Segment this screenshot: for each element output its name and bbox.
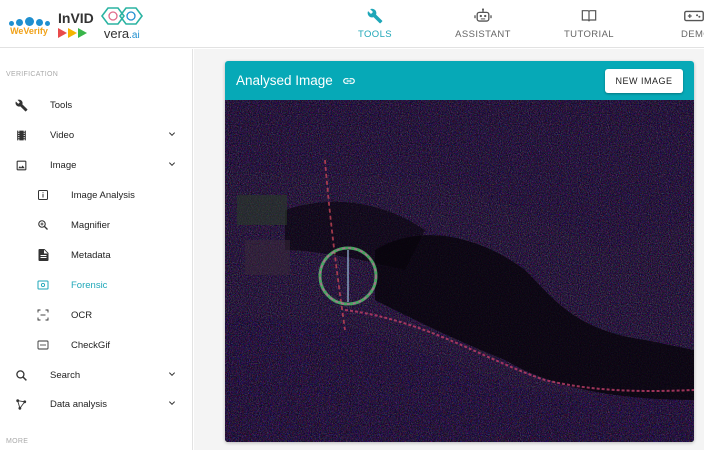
vera-logo-suffix: .ai — [129, 30, 140, 41]
sidebar-item-forensic[interactable]: Forensic — [0, 270, 192, 300]
sidebar-item-image[interactable]: Image — [0, 150, 192, 180]
ocr-icon — [36, 308, 50, 322]
sidebar-item-label: Forensic — [71, 279, 108, 291]
sidebar-item-label: Data analysis — [50, 398, 108, 410]
sidebar-item-label: OCR — [71, 309, 93, 321]
film-icon — [14, 128, 28, 142]
main-content: Analysed Image NEW IMAGE — [194, 49, 704, 450]
weverify-logo[interactable]: WeVerify — [6, 12, 52, 36]
chevron-down-icon[interactable] — [166, 397, 178, 411]
sidebar-item-magnifier[interactable]: Magnifier — [0, 210, 192, 240]
tab-assistant-label: ASSISTANT — [455, 29, 511, 40]
sidebar-item-video[interactable]: Video — [0, 120, 192, 150]
document-icon — [36, 248, 50, 262]
sidebar: VERIFICATION Tools Video Image Image Ana… — [0, 49, 193, 450]
vera-logo[interactable]: vera.ai — [100, 5, 144, 43]
sidebar-item-label: Tools — [50, 99, 73, 111]
vera-eyes-icon — [100, 7, 143, 25]
weverify-dots-icon — [8, 12, 50, 26]
graph-icon — [14, 397, 28, 411]
logo-group: WeVerify InVID vera.ai — [6, 4, 144, 44]
new-image-button[interactable]: NEW IMAGE — [605, 69, 683, 93]
vera-logo-name: vera — [103, 26, 130, 41]
sidebar-item-label: Metadata — [71, 249, 111, 261]
wrench-icon — [367, 8, 383, 24]
sidebar-item-label: Magnifier — [71, 219, 111, 231]
chevron-down-icon[interactable] — [166, 158, 178, 172]
book-icon — [581, 10, 597, 22]
tab-tools[interactable]: TOOLS — [350, 0, 400, 48]
tab-tutorial[interactable]: TUTORIAL — [562, 0, 616, 48]
sidebar-item-checkgif[interactable]: CheckGif — [0, 330, 192, 360]
invid-logo-text: InVID — [58, 9, 94, 26]
sidebar-item-search[interactable]: Search — [0, 360, 192, 390]
sidebar-item-tools[interactable]: Tools — [0, 90, 192, 120]
forensic-noise-map-image — [225, 100, 694, 442]
sidebar-item-metadata[interactable]: Metadata — [0, 240, 192, 270]
analysed-image-card: Analysed Image NEW IMAGE — [225, 61, 694, 442]
sidebar-item-label: CheckGif — [71, 339, 111, 351]
top-app-bar: WeVerify InVID vera.ai TOOLS ASSISTANT T… — [0, 0, 704, 48]
section-more-label: MORE — [6, 438, 29, 445]
forensic-icon — [36, 278, 50, 292]
sidebar-item-image-analysis[interactable]: Image Analysis — [0, 180, 192, 210]
sidebar-item-data-analysis[interactable]: Data analysis — [0, 389, 192, 419]
tab-assistant[interactable]: ASSISTANT — [452, 0, 514, 48]
weverify-logo-text: WeVerify — [10, 26, 48, 36]
chevron-down-icon[interactable] — [166, 368, 178, 382]
link-icon[interactable] — [342, 74, 356, 93]
card-title: Analysed Image — [236, 73, 333, 88]
gamepad-icon — [684, 10, 704, 22]
image-icon — [14, 158, 28, 172]
gif-icon — [36, 338, 50, 352]
tab-tools-label: TOOLS — [357, 29, 393, 40]
info-box-icon — [36, 188, 50, 202]
robot-icon — [474, 8, 492, 22]
chevron-down-icon[interactable] — [166, 128, 178, 142]
tab-demo-label: DEMO — [681, 29, 704, 40]
tab-demo[interactable]: DEMO — [676, 0, 704, 48]
section-verification-label: VERIFICATION — [6, 71, 59, 78]
wrench-icon — [14, 98, 28, 112]
tab-tutorial-label: TUTORIAL — [563, 29, 614, 40]
sidebar-item-ocr[interactable]: OCR — [0, 300, 192, 330]
forensic-image — [225, 100, 694, 442]
sidebar-item-label: Search — [50, 369, 81, 381]
invid-arrows-icon — [58, 27, 87, 38]
sidebar-item-label: Image — [50, 159, 77, 171]
magnifier-icon — [36, 218, 50, 232]
invid-logo[interactable]: InVID — [58, 9, 94, 38]
sidebar-item-label: Image Analysis — [71, 189, 135, 201]
sidebar-item-label: Video — [50, 129, 75, 141]
vera-logo-text: vera.ai — [104, 27, 140, 43]
search-icon — [14, 368, 28, 382]
card-header: Analysed Image NEW IMAGE — [225, 61, 694, 100]
